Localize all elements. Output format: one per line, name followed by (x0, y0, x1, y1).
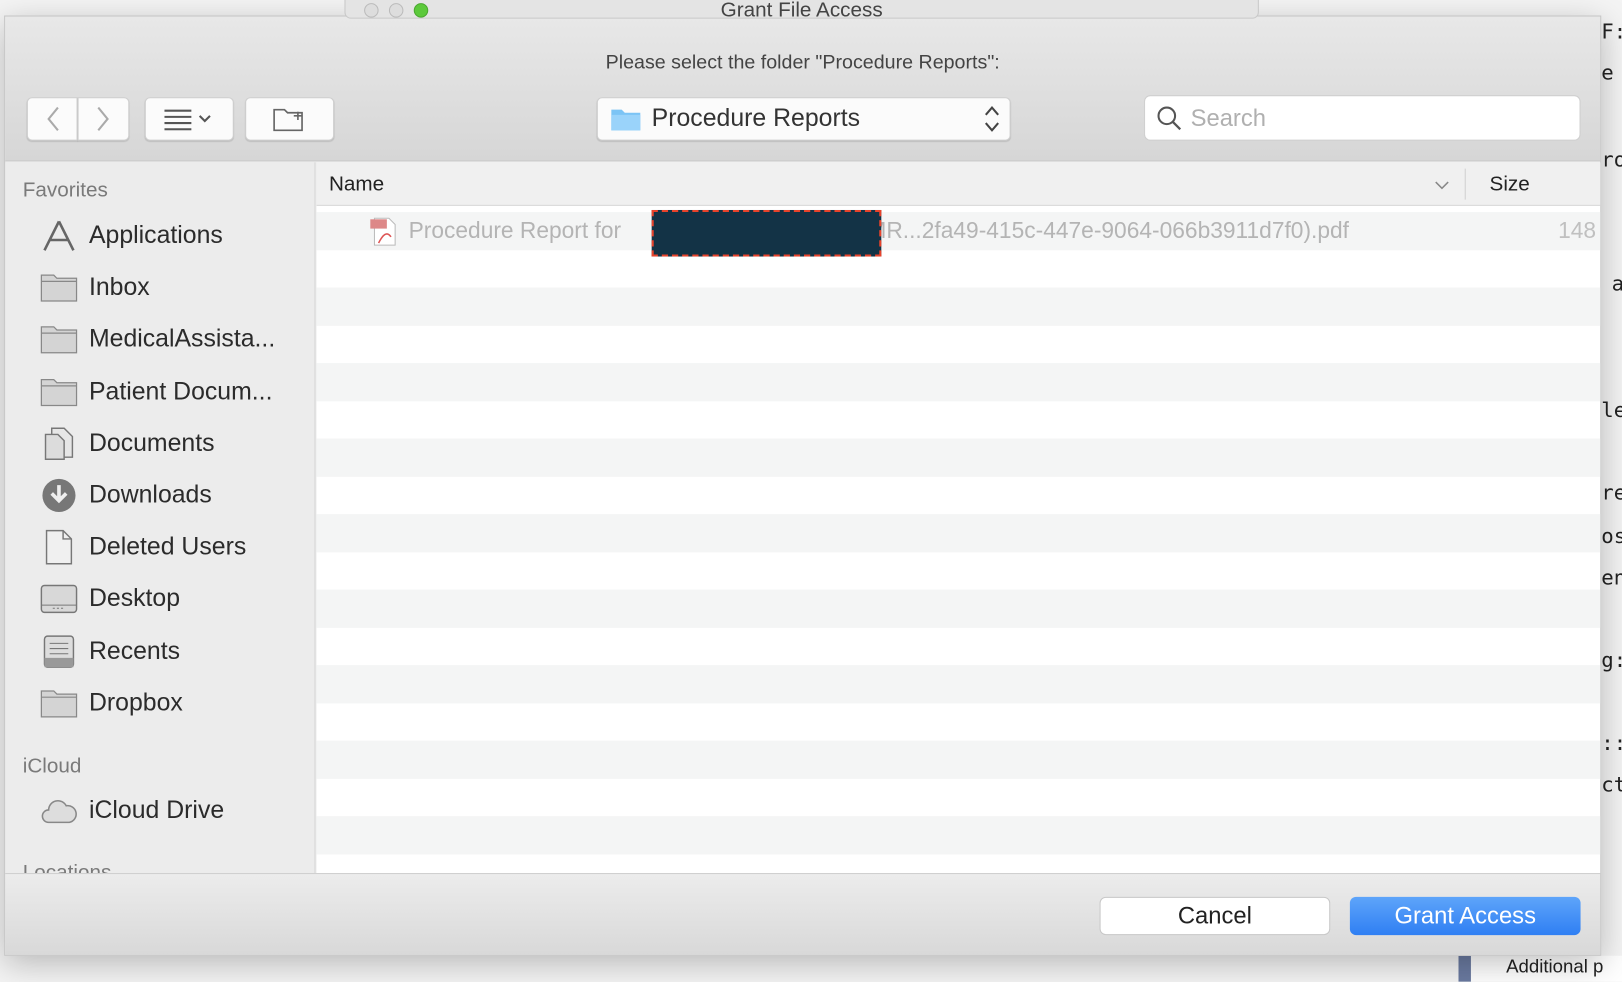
background-text: Additional p (1506, 955, 1604, 977)
empty-row (316, 363, 1601, 401)
column-size[interactable]: Size (1490, 173, 1530, 197)
empty-row (316, 438, 1601, 477)
background-panel: Additional p (1458, 955, 1622, 982)
empty-row (316, 665, 1601, 703)
background-code-fragment: g: (1601, 647, 1622, 673)
downloads-icon (38, 477, 79, 514)
sidebar-item-label: Recents (88, 636, 181, 665)
background-code-fragment: F: (1601, 18, 1622, 44)
desktop-icon (38, 581, 79, 618)
background-code-fragment: re (1601, 479, 1622, 505)
recents-icon (38, 633, 79, 670)
list-view-icon (164, 109, 211, 131)
pdf-icon (370, 217, 396, 246)
sidebar-item-applications[interactable]: Applications (5, 213, 314, 259)
empty-row (316, 514, 1601, 552)
location-label: Procedure Reports (651, 104, 861, 133)
empty-row (316, 589, 1601, 628)
sidebar-item-label: Inbox (88, 273, 150, 302)
empty-row (316, 816, 1601, 854)
empty-row (317, 552, 1601, 590)
documents-icon (38, 425, 79, 462)
column-name[interactable]: Name (329, 173, 384, 197)
background-code-fragment: ct (1601, 771, 1622, 797)
sidebar-item-desktop[interactable]: Desktop (5, 577, 314, 623)
sidebar-item-label: Applications (88, 221, 223, 250)
folder-icon (38, 373, 79, 410)
empty-row (317, 854, 1601, 873)
empty-row (317, 627, 1601, 665)
sidebar-item-deleted-users[interactable]: Deleted Users (5, 525, 314, 571)
forward-button[interactable] (77, 97, 130, 141)
file-row[interactable]: Procedure Report for MR...2fa49-415c-447… (316, 209, 1601, 257)
sidebar-item-label: Dropbox (88, 688, 183, 717)
button-bar: Cancel Grant Access (5, 873, 1601, 955)
empty-row (317, 401, 1601, 439)
chevron-left-icon (46, 106, 59, 131)
background-window-title: Grant File Access (720, 0, 883, 22)
column-divider (1464, 168, 1466, 200)
folder-icon (38, 321, 79, 358)
sidebar-item-documents[interactable]: Documents (5, 421, 314, 467)
open-folder-dialog: Please select the folder "Procedure Repo… (4, 15, 1602, 956)
document-icon (38, 529, 79, 566)
applications-icon (38, 217, 79, 254)
dialog-prompt: Please select the folder "Procedure Repo… (605, 51, 1000, 74)
background-code-fragment: a (1612, 271, 1622, 296)
new-folder-button[interactable] (245, 97, 335, 141)
sidebar: Favorites Applications Inbox MedicalAssi… (5, 162, 316, 874)
cloud-icon (38, 792, 79, 829)
locations-heading: Locations (23, 862, 112, 873)
sidebar-item-dropbox[interactable]: Dropbox (5, 680, 314, 726)
sidebar-item-label: Documents (88, 429, 215, 457)
location-popup[interactable]: Procedure Reports (596, 97, 1011, 141)
sidebar-item-label: Deleted Users (88, 532, 247, 561)
empty-row (316, 287, 1601, 326)
search-icon (1157, 106, 1182, 131)
sidebar-item-downloads[interactable]: Downloads (5, 473, 314, 519)
file-list: Procedure Report for MR...2fa49-415c-447… (316, 162, 1601, 874)
background-code-fragment: ro (1601, 146, 1622, 172)
background-code-fragment: os (1601, 523, 1622, 549)
empty-row (316, 740, 1601, 779)
toolbar: Please select the folder "Procedure Repo… (5, 16, 1601, 162)
file-size: 148 (1558, 217, 1597, 244)
search-input[interactable] (1190, 103, 1563, 132)
icloud-heading: iCloud (22, 755, 82, 778)
sidebar-item-patient-docum[interactable]: Patient Docum... (5, 369, 314, 415)
empty-row (317, 325, 1601, 363)
search-field[interactable] (1144, 95, 1581, 141)
back-button[interactable] (26, 97, 78, 141)
empty-row (317, 250, 1601, 288)
grant-access-button[interactable]: Grant Access (1349, 896, 1581, 936)
sidebar-item-medicalassista[interactable]: MedicalAssista... (5, 317, 314, 363)
list-header: Name Size (316, 162, 1601, 206)
sidebar-item-label: iCloud Drive (88, 796, 225, 825)
chevron-right-icon (97, 106, 109, 131)
folder-icon (38, 685, 79, 722)
folder-icon (38, 269, 79, 306)
sidebar-item-label: Downloads (88, 480, 212, 509)
sidebar-item-recents[interactable]: Recents (5, 628, 314, 674)
view-options-button[interactable] (144, 97, 234, 141)
new-folder-icon (273, 108, 303, 132)
empty-row (317, 476, 1601, 514)
cancel-button[interactable]: Cancel (1099, 896, 1331, 936)
background-code-fragment: le (1601, 397, 1622, 423)
sort-chevron-icon (1435, 181, 1449, 190)
background-code-fragment: en (1601, 564, 1622, 590)
favorites-heading: Favorites (22, 178, 108, 202)
sidebar-item-label: Desktop (88, 584, 181, 613)
sidebar-item-icloud-drive[interactable]: iCloud Drive (5, 788, 314, 834)
empty-row (317, 778, 1601, 816)
folder-icon (611, 109, 641, 131)
background-window: Grant File Access (344, 0, 1259, 22)
sidebar-item-inbox[interactable]: Inbox (5, 265, 314, 311)
background-code-fragment: e (1601, 59, 1614, 85)
sidebar-item-label: MedicalAssista... (88, 325, 276, 354)
empty-row (317, 703, 1601, 741)
sidebar-item-label: Patient Docum... (88, 377, 273, 406)
background-code-fragment: :: (1601, 730, 1622, 756)
updown-chevron-icon (984, 105, 999, 132)
